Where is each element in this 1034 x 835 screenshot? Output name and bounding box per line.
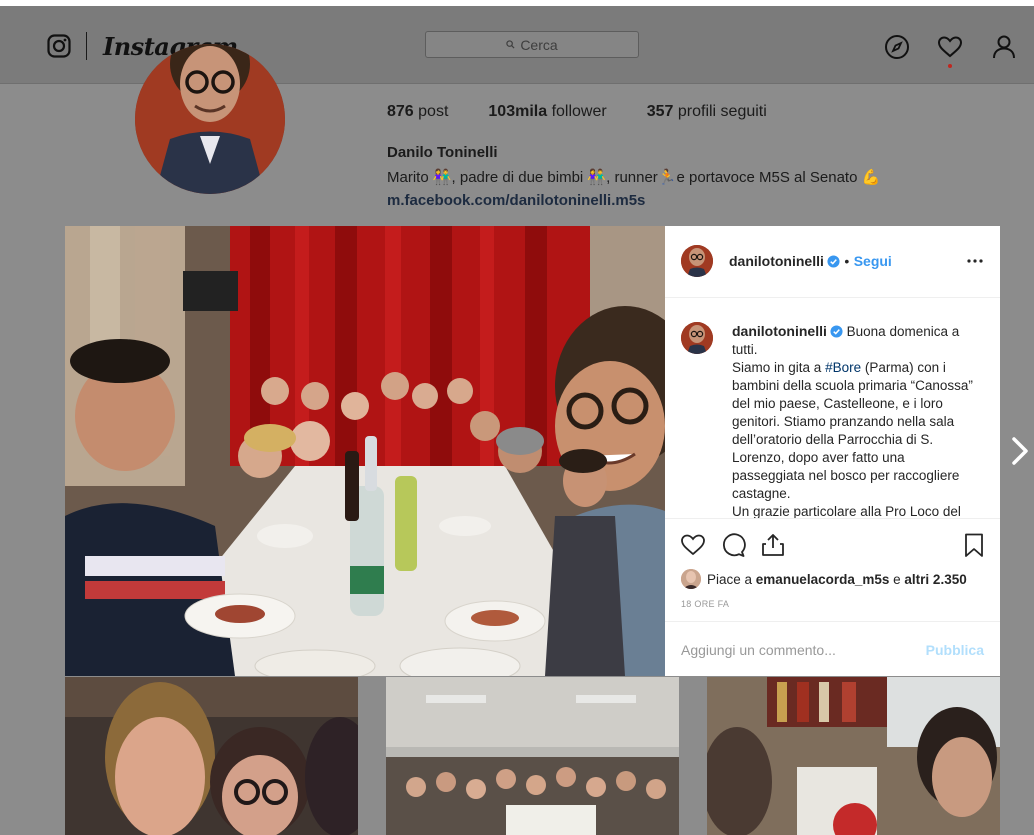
profile-link[interactable]: m.facebook.com/danilotoninelli.m5s [387, 192, 645, 209]
save-bookmark-icon[interactable] [961, 532, 987, 558]
instagram-glyph-icon[interactable] [47, 34, 71, 58]
caption-body: (Parma) con i bambini della scuola prima… [732, 360, 973, 501]
caption-verified-icon [830, 325, 843, 338]
caption-line2: Siamo in gita a [732, 360, 822, 375]
post-sidebar: danilotoninelli • Segui danilotoninelli … [665, 226, 1000, 676]
post-caption: danilotoninelli Buona domenica a tutti. … [732, 322, 980, 518]
post-image [65, 226, 665, 676]
post-photo[interactable] [65, 226, 665, 676]
caption-author-avatar[interactable] [681, 322, 713, 354]
stat-following[interactable]: 357 profili seguiti [647, 103, 767, 121]
profile-bio: Marito 👫, padre di due bimbi 👫, runner🏃e… [387, 169, 881, 186]
profile-photo [135, 44, 285, 194]
caption-scroll-area[interactable]: danilotoninelli Buona domenica a tutti. … [665, 298, 1000, 518]
like-heart-icon[interactable] [680, 532, 706, 558]
likes-prefix: Piace a [707, 571, 753, 587]
profile-stats: 876 post 103mila follower 357 profili se… [387, 103, 767, 121]
thumb-image-3 [707, 677, 1000, 835]
post-author-avatar[interactable] [681, 245, 713, 277]
grid-thumbnail-3[interactable] [707, 677, 1000, 835]
grid-thumbnail-2[interactable] [386, 677, 679, 835]
stat-followers[interactable]: 103mila follower [488, 103, 606, 121]
caption-username[interactable]: danilotoninelli [732, 323, 827, 339]
hashtag-link[interactable]: #Bore [825, 360, 861, 375]
likes-and: e [893, 571, 901, 587]
post-author-username[interactable]: danilotoninelli [729, 253, 824, 269]
logo-divider [86, 32, 87, 60]
search-placeholder: Cerca [520, 36, 558, 53]
profile-header: 876 post 103mila follower 357 profili se… [0, 44, 1034, 226]
likes-others[interactable]: altri 2.350 [904, 572, 966, 587]
grid-thumbnail-1[interactable] [65, 677, 358, 835]
comment-bubble-icon[interactable] [720, 532, 746, 558]
publish-button[interactable]: Pubblica [926, 642, 984, 658]
notification-dot [948, 64, 952, 68]
stat-posts[interactable]: 876 post [387, 103, 448, 121]
thumb-image-2 [386, 677, 679, 835]
compass-icon[interactable] [884, 34, 910, 60]
search-icon [506, 40, 515, 49]
post-modal: danilotoninelli • Segui danilotoninelli … [65, 226, 1000, 676]
header-separator: • [844, 253, 850, 269]
user-icon[interactable] [991, 34, 1017, 60]
profile-avatar[interactable] [135, 44, 285, 194]
caption-avatar-image [681, 322, 713, 354]
comment-box: Aggiungi un commento... Pubblica [665, 621, 1000, 678]
next-post-chevron-icon[interactable] [1011, 436, 1029, 466]
post-actions: Piace a emanuelacorda_m5s e altri 2.350 … [665, 518, 1000, 677]
post-header-text: danilotoninelli • Segui [729, 253, 892, 271]
likes-summary[interactable]: Piace a emanuelacorda_m5s e altri 2.350 [681, 569, 967, 589]
profile-name: Danilo Toninelli [387, 144, 498, 161]
share-icon[interactable] [760, 532, 786, 558]
heart-icon[interactable] [937, 34, 963, 60]
search-input[interactable]: Cerca [425, 31, 639, 58]
caption-line-last: Un grazie particolare alla Pro Loco del [732, 504, 961, 518]
likes-username[interactable]: emanuelacorda_m5s [756, 572, 890, 587]
liker-avatar [681, 569, 701, 589]
author-avatar-image [681, 245, 713, 277]
more-options-icon[interactable] [966, 253, 984, 269]
post-timestamp[interactable]: 18 ORE FA [681, 599, 729, 609]
post-header: danilotoninelli • Segui [665, 226, 1000, 298]
follow-button[interactable]: Segui [854, 253, 892, 269]
liker-avatar-image [681, 569, 701, 589]
verified-badge-icon [827, 255, 840, 268]
thumb-image-1 [65, 677, 358, 835]
comment-input[interactable]: Aggiungi un commento... [681, 642, 836, 658]
